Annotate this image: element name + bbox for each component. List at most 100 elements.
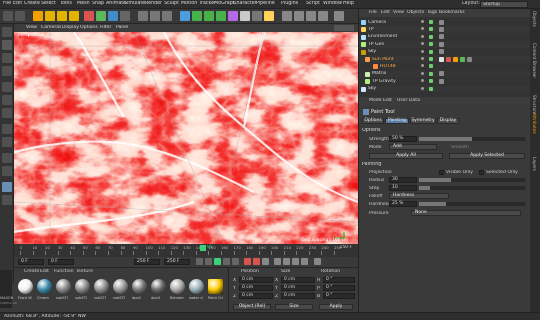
camera-icon[interactable]: [252, 11, 262, 21]
menu-item-plugins[interactable]: Plugins: [281, 1, 298, 6]
material-swatch[interactable]: [113, 279, 128, 294]
viewport-menu-options[interactable]: Options: [80, 25, 98, 30]
menu-item-tools[interactable]: Tools: [60, 1, 72, 6]
tab-options[interactable]: Options: [362, 118, 384, 124]
enabled-check-icon[interactable]: [429, 27, 433, 32]
menu-item-render[interactable]: Render: [145, 1, 162, 6]
menu-item-mesh[interactable]: Mesh: [77, 1, 90, 6]
model-mode-icon[interactable]: [2, 40, 12, 50]
scale-icon[interactable]: [57, 11, 67, 21]
nurbs-icon[interactable]: [204, 11, 214, 21]
spline-icon[interactable]: [192, 11, 202, 21]
menu-item-snap[interactable]: Snap: [92, 1, 104, 6]
tab-painting[interactable]: Painting: [385, 118, 409, 124]
live-selection-icon[interactable]: [33, 11, 43, 21]
visible-only-checkbox[interactable]: [439, 170, 444, 175]
record-icon[interactable]: [244, 258, 251, 265]
coord-size-field[interactable]: 0 cm: [281, 285, 315, 291]
falloff-select[interactable]: Hardness: [389, 193, 449, 199]
enabled-check-icon[interactable]: [429, 79, 433, 84]
cube-icon[interactable]: [180, 11, 190, 21]
radius-field[interactable]: 30: [389, 177, 417, 183]
coord-size-field[interactable]: 0 cm: [281, 293, 315, 299]
side-tab-layers[interactable]: Layers: [532, 157, 537, 171]
tweak-mode-icon[interactable]: [2, 137, 12, 147]
object-menu-objects[interactable]: Objects: [407, 10, 424, 15]
scale-key-icon[interactable]: [283, 258, 290, 265]
side-tab-objects[interactable]: Objects: [532, 11, 537, 27]
previous-frame-icon[interactable]: [205, 258, 212, 265]
object-menu-bookmarks[interactable]: Bookmarks: [439, 10, 465, 15]
menu-item-sculpt[interactable]: Sculpt: [164, 1, 179, 6]
material-menu-create[interactable]: Create: [24, 269, 39, 274]
preview-max-field[interactable]: 250 F: [134, 259, 160, 265]
viewport-menu-cameras[interactable]: Cameras: [41, 25, 61, 30]
timeline-playhead[interactable]: [200, 245, 206, 251]
menu-item-simulate[interactable]: Simulate: [124, 1, 145, 6]
coordinate-system-icon[interactable]: [120, 11, 130, 21]
coord-size-field[interactable]: 0 cm: [281, 277, 315, 283]
render-view-icon[interactable]: [138, 11, 148, 21]
rotate-icon[interactable]: [69, 11, 79, 21]
keyframe-selection-icon[interactable]: [262, 258, 269, 265]
autokey-icon[interactable]: [253, 258, 260, 265]
go-to-end-icon[interactable]: [232, 258, 239, 265]
enabled-check-icon[interactable]: [429, 49, 433, 54]
redo-icon[interactable]: [15, 11, 25, 21]
timeline-ruler[interactable]: 0102030405060708090100110120130140150160…: [14, 244, 358, 257]
environment-icon[interactable]: [240, 11, 250, 21]
next-frame-icon[interactable]: [223, 258, 230, 265]
menu-item-pipeline[interactable]: Pipeline: [256, 1, 275, 6]
visibility-toggle-icon[interactable]: [421, 86, 424, 90]
rotation-key-icon[interactable]: [292, 258, 299, 265]
deformer-icon[interactable]: [228, 11, 238, 21]
attribute-menu-user-data[interactable]: User Data: [397, 98, 420, 103]
material-swatch[interactable]: [94, 279, 109, 294]
polygons-mode-icon[interactable]: [2, 108, 12, 118]
workplane-mode-icon[interactable]: [2, 66, 12, 76]
menu-item-file[interactable]: File: [3, 1, 11, 6]
attribute-menu-edit[interactable]: Edit: [383, 98, 392, 103]
material-swatch[interactable]: [170, 279, 185, 294]
end-frame-field[interactable]: 250 F: [164, 259, 190, 265]
array-icon[interactable]: [216, 11, 226, 21]
menu-item-character[interactable]: Character: [233, 1, 257, 6]
parameter-key-icon[interactable]: [301, 258, 308, 265]
menu-item-window[interactable]: Window: [323, 1, 342, 6]
mode-select[interactable]: Add: [389, 144, 437, 150]
axis-lock-icon[interactable]: [306, 11, 316, 21]
material-menu-function[interactable]: Function: [54, 269, 74, 274]
enabled-check-icon[interactable]: [429, 42, 433, 47]
enabled-check-icon[interactable]: [429, 20, 433, 24]
locked-workplane-icon[interactable]: [2, 166, 12, 176]
size-mode-select[interactable]: Size: [275, 304, 313, 310]
visibility-toggle-icon[interactable]: [421, 49, 424, 53]
object-row[interactable]: Sky: [359, 85, 531, 93]
strength-field[interactable]: 50 %: [389, 136, 417, 142]
object-row[interactable]: TP Gen: [359, 41, 531, 48]
apply-selected-button[interactable]: Apply Selected: [449, 153, 525, 159]
workplane-icon[interactable]: [294, 11, 304, 21]
coord-rotation-field[interactable]: 0 °: [323, 285, 355, 291]
material-swatch[interactable]: [37, 279, 52, 294]
timeline-window-icon[interactable]: [314, 258, 321, 265]
object-row[interactable]: TP Gravity: [359, 78, 531, 85]
enabled-check-icon[interactable]: [429, 57, 433, 61]
hardness-slider[interactable]: [419, 202, 525, 206]
object-row[interactable]: Matrix: [359, 70, 531, 78]
make-editable-icon[interactable]: [2, 27, 12, 37]
material-swatch[interactable]: [75, 279, 90, 294]
visibility-toggle-icon[interactable]: [421, 57, 424, 60]
z-axis-icon[interactable]: [108, 11, 118, 21]
undo-icon[interactable]: [3, 11, 13, 21]
material-swatch[interactable]: [151, 279, 166, 294]
visibility-toggle-icon[interactable]: [421, 71, 424, 75]
viewport-perspective[interactable]: Perspective Grid Spacing : 100 cm: [14, 32, 358, 244]
coord-position-field[interactable]: 0 cm: [239, 277, 273, 283]
x-axis-icon[interactable]: [84, 11, 94, 21]
visibility-toggle-icon[interactable]: [421, 42, 424, 46]
axis-mode-icon[interactable]: [2, 124, 12, 134]
viewport-menu-panel[interactable]: Panel: [116, 25, 128, 30]
material-swatch[interactable]: [132, 279, 147, 294]
coordinate-mode-select[interactable]: Object (Rel): [233, 304, 271, 310]
